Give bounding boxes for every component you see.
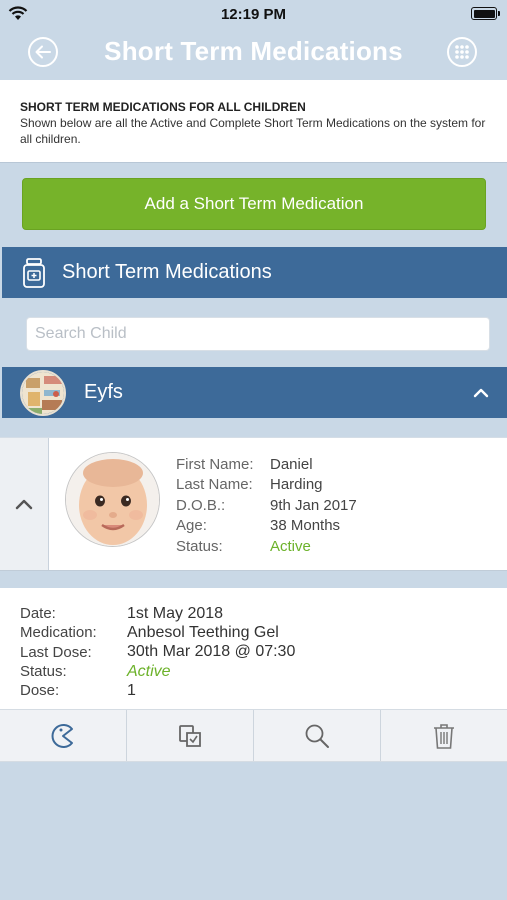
child-fields: First Name: Daniel Last Name: Harding D.… [176,454,357,557]
chevron-up-icon[interactable] [473,388,489,398]
med-status-value: Active [127,662,171,680]
med-label: Date: [20,605,56,623]
info-heading: SHORT TERM MEDICATIONS FOR ALL CHILDREN [20,100,306,114]
status-bar: 12:19 PM [0,0,507,28]
group-header[interactable]: Eyfs [2,367,507,418]
med-label: Status: [20,663,67,681]
field-value: 9th Jan 2017 [270,496,357,514]
section-header: Short Term Medications [2,247,507,298]
field-label: Last Name: [176,476,253,494]
delete-button[interactable] [381,710,507,761]
nav-bar: Short Term Medications [0,28,507,78]
section-title: Short Term Medications [62,261,272,283]
group-name: Eyfs [84,381,123,403]
page-title: Short Term Medications [104,36,403,66]
med-row: Medication: Anbesol Teething Gel [20,623,507,642]
med-label: Last Dose: [20,643,92,661]
med-label: Medication: [20,624,97,642]
grid-menu-icon[interactable] [447,37,477,67]
wifi-icon [8,6,28,20]
field-label: D.O.B.: [176,496,226,514]
med-row: Status: Active [20,662,507,681]
info-panel: SHORT TERM MEDICATIONS FOR ALL CHILDREN … [0,80,507,163]
battery-icon [471,7,500,20]
group-avatar [20,369,66,416]
field-label: Age: [176,517,207,535]
administer-button[interactable] [0,710,127,761]
field-row: First Name: Daniel [176,454,357,475]
med-row: Last Dose: 30th Mar 2018 @ 07:30 [20,643,507,662]
med-value: 30th Mar 2018 @ 07:30 [127,643,296,661]
info-description: Shown below are all the Active and Compl… [20,116,486,146]
med-row: Dose: 1 [20,681,507,700]
field-label: First Name: [176,455,254,473]
medicine-bottle-icon [23,257,45,288]
child-card: First Name: Daniel Last Name: Harding D.… [0,437,507,571]
med-value: Anbesol Teething Gel [127,623,279,641]
medication-panel: Date: 1st May 2018 Medication: Anbesol T… [0,588,507,709]
field-value: Daniel [270,455,313,473]
field-row: Last Name: Harding [176,475,357,496]
status-value: Active [270,537,311,555]
field-row: Status: Active [176,536,357,557]
search-icon [305,724,329,748]
copy-icon [179,724,201,747]
search-input[interactable] [26,317,490,351]
search-button[interactable] [254,710,381,761]
trash-icon [434,723,454,749]
field-label: Status: [176,537,223,555]
field-value: Harding [270,476,323,494]
copy-button[interactable] [127,710,254,761]
med-value: 1 [127,681,136,699]
action-bar [0,709,507,762]
collapse-toggle[interactable] [0,438,49,570]
med-row: Date: 1st May 2018 [20,604,507,623]
administer-icon [51,723,73,748]
field-row: Age: 38 Months [176,516,357,537]
field-row: D.O.B.: 9th Jan 2017 [176,495,357,516]
med-label: Dose: [20,682,60,700]
med-value: 1st May 2018 [127,604,224,622]
add-medication-button[interactable]: Add a Short Term Medication [22,178,486,230]
child-photo [65,452,160,547]
status-time: 12:19 PM [220,5,287,23]
field-value: 38 Months [270,517,341,535]
chevron-up-icon [15,499,33,509]
